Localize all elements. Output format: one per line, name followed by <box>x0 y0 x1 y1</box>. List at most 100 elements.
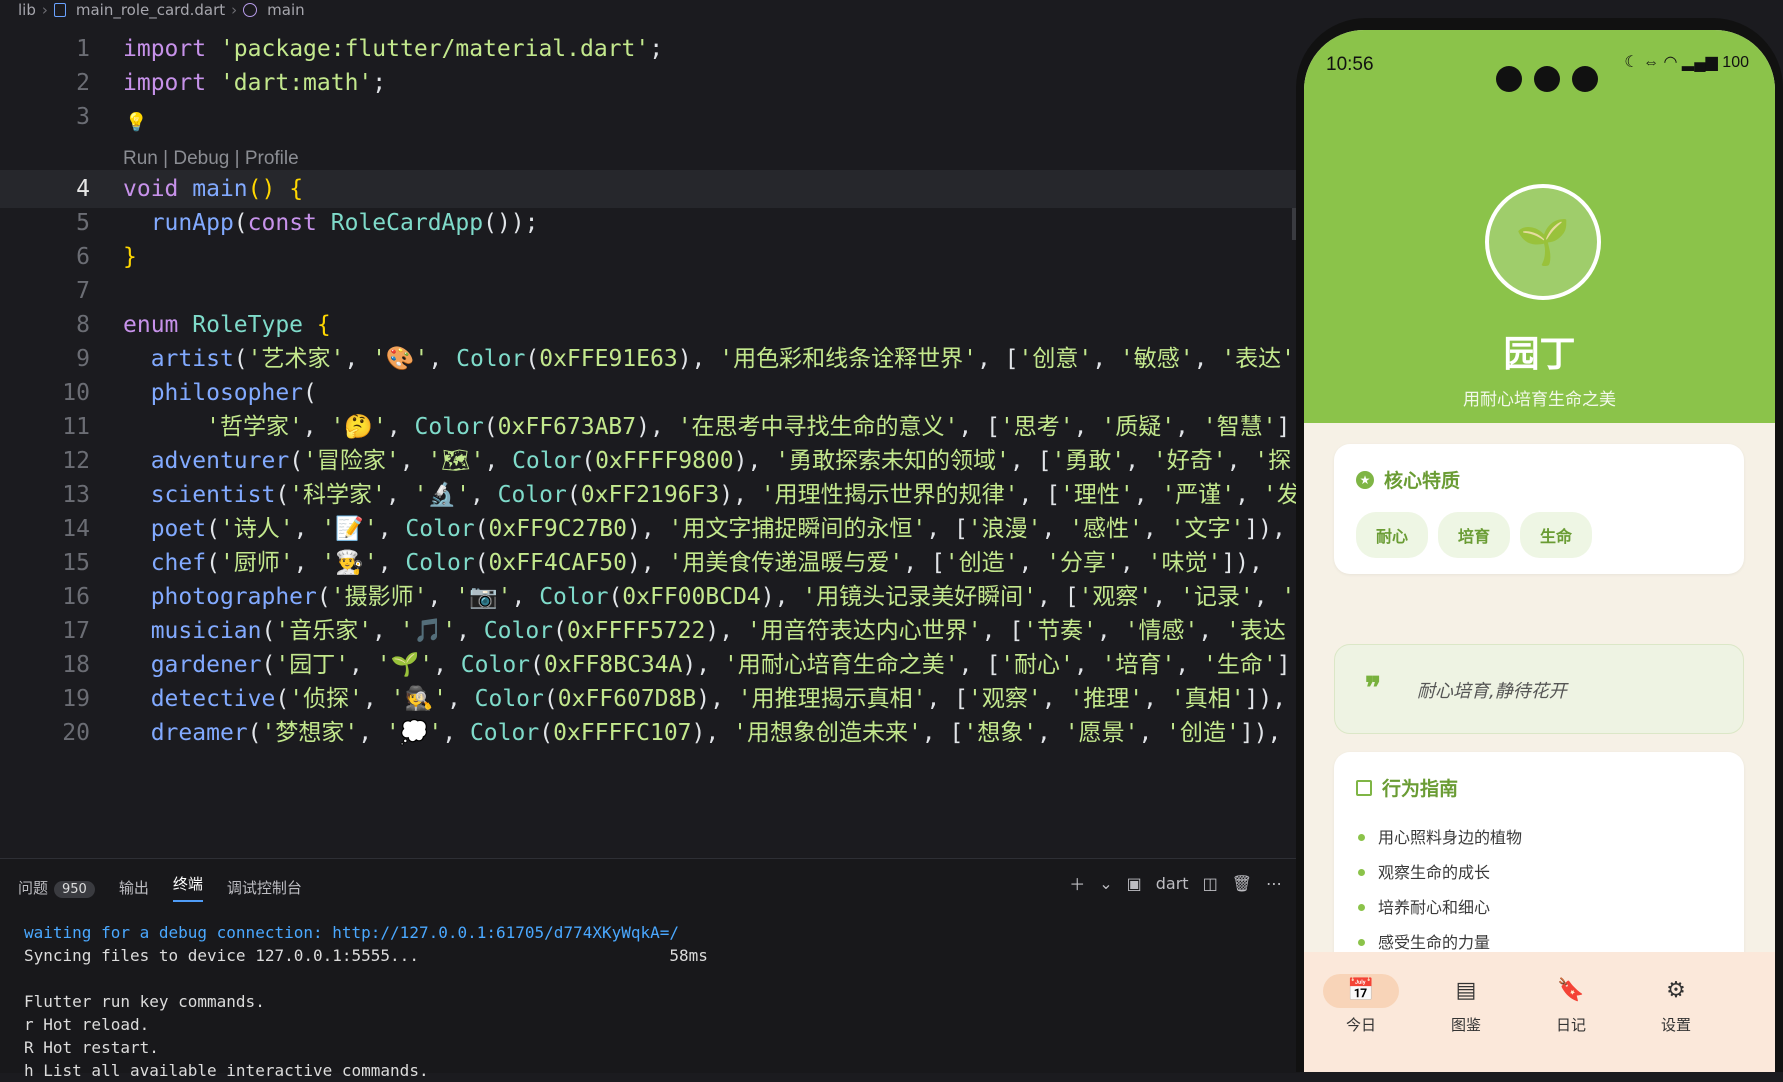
nav-label: 图鉴 <box>1450 1016 1481 1034</box>
chevron-down-icon[interactable]: ⌄ <box>1099 874 1112 893</box>
phone-screen: 10:56 ☾ ⇔ ◠ ▂▄▆ 100 🌱 园丁 用耐心培育生命之美 ★ 核心特… <box>1304 30 1775 1072</box>
code-editor[interactable]: 💡 Run | Debug | Profile 1 import 'package… <box>0 20 1300 858</box>
role-description: 用耐心培育生命之美 <box>1463 390 1616 410</box>
code-line[interactable]: 10 philosopher( <box>0 374 1300 412</box>
line-code: poet('诗人', '📝', Color(0xFF9C27B0), '用文字捕… <box>150 516 1286 542</box>
line-number: 14 <box>62 516 90 542</box>
terminal-icon: ▣ <box>1126 873 1142 893</box>
nav-label: 设置 <box>1660 1016 1691 1034</box>
code-line[interactable]: 15 chef('厨师', '👨‍🍳', Color(0xFF4CAF50), … <box>0 544 1300 582</box>
code-line[interactable]: 19 detective('侦探', '🕵', Color(0xFF607D8B… <box>0 680 1300 718</box>
nav-label: 日记 <box>1555 1016 1586 1034</box>
nav-item-图鉴[interactable]: ▤ 图鉴 <box>1421 974 1511 1035</box>
quote-icon: ❞ <box>1365 672 1382 705</box>
guide-item: 观察生命的成长 <box>1356 855 1522 890</box>
code-line[interactable]: 1 import 'package:flutter/material.dart'; <box>0 30 1300 68</box>
line-number: 20 <box>62 720 90 746</box>
line-code: gardener('园丁', '🌱', Color(0xFF8BC34A), '… <box>150 652 1291 678</box>
add-terminal-icon[interactable]: ＋ <box>1069 871 1085 895</box>
battery-icon: 100 <box>1722 54 1749 71</box>
panel-tab[interactable]: 问题 950 <box>18 877 95 898</box>
line-number: 10 <box>62 380 90 406</box>
quote-card: ❞ 耐心培育,静待花开 <box>1334 644 1744 734</box>
breadcrumb-file[interactable]: main_role_card.dart <box>76 1 225 19</box>
guide-item: 用心照料身边的植物 <box>1356 820 1522 855</box>
line-number: 16 <box>62 584 90 610</box>
line-number: 3 <box>76 104 90 130</box>
terminal-line: h List all available interactive command… <box>24 1061 429 1080</box>
star-icon: ★ <box>1356 470 1374 489</box>
code-line[interactable]: 4 void main() { <box>0 170 1300 208</box>
trait-chip: 生命 <box>1520 512 1593 558</box>
line-code: photographer('摄影师', '📷', Color(0xFF00BCD… <box>150 584 1296 610</box>
line-code: artist('艺术家', '🎨', Color(0xFFE91E63), '用… <box>150 346 1296 372</box>
code-line[interactable]: 18 gardener('园丁', '🌱', Color(0xFF8BC34A)… <box>0 646 1300 684</box>
code-line[interactable]: 7 <box>0 272 1300 310</box>
line-number: 12 <box>62 448 90 474</box>
code-line[interactable]: 2 import 'dart:math'; <box>0 64 1300 102</box>
nav-item-日记[interactable]: 🔖 日记 <box>1526 974 1616 1035</box>
nav-item-今日[interactable]: 📅 今日 <box>1316 974 1406 1035</box>
guide-item: 培养耐心和细心 <box>1356 890 1522 925</box>
line-number: 4 <box>76 176 90 202</box>
nav-label: 今日 <box>1345 1016 1376 1034</box>
trash-icon[interactable]: 🗑 <box>1232 874 1252 893</box>
guide-title-label: 行为指南 <box>1382 778 1459 800</box>
status-time: 10:56 <box>1326 54 1374 75</box>
traits-title: ★ 核心特质 <box>1356 466 1460 493</box>
line-code: adventurer('冒险家', '🗺', Color(0xFFFF9800)… <box>150 448 1292 474</box>
status-icons: ☾ ⇔ ◠ ▂▄▆ 100 <box>1624 54 1749 71</box>
breadcrumb-separator: › <box>41 1 48 19</box>
panel-tab[interactable]: 终端 <box>172 873 203 902</box>
code-line[interactable]: 6} <box>0 238 1300 276</box>
shell-name[interactable]: dart <box>1156 874 1189 893</box>
line-code: enum RoleType { <box>123 312 331 338</box>
list-icon <box>1356 779 1372 796</box>
role-avatar: 🌱 <box>1485 184 1601 300</box>
breadcrumb: lib › main_role_card.dart › main <box>0 0 1420 20</box>
trait-chip: 培育 <box>1438 512 1511 558</box>
panel-tab[interactable]: 调试控制台 <box>227 877 302 898</box>
codelens-hint[interactable]: Run | Debug | Profile <box>123 148 299 170</box>
line-code: void main() { <box>123 176 304 202</box>
line-code: detective('侦探', '🕵', Color(0xFF607D8B), … <box>150 686 1287 712</box>
gear-icon: ⚙ <box>1666 978 1686 1003</box>
status-bar: 10:56 ☾ ⇔ ◠ ▂▄▆ 100 <box>1326 50 1753 92</box>
code-line[interactable]: 20 dreamer('梦想家', '💭', Color(0xFFFFC107)… <box>0 714 1300 752</box>
code-line[interactable]: 9 artist('艺术家', '🎨', Color(0xFFE91E63), … <box>0 340 1300 378</box>
code-line[interactable]: 14 poet('诗人', '📝', Color(0xFF9C27B0), '用… <box>0 510 1300 548</box>
nav-item-设置[interactable]: ⚙ 设置 <box>1631 974 1721 1035</box>
code-line[interactable]: 8 enum RoleType { <box>0 306 1300 344</box>
quote-text: 耐心培育,静待花开 <box>1417 681 1567 702</box>
terminal-line: r Hot reload. <box>24 1015 150 1034</box>
bottom-navigation: 📅 今日 ▤ 图鉴 🔖 日记 ⚙ 设置 <box>1304 952 1775 1072</box>
split-icon[interactable]: ◫ <box>1203 874 1218 893</box>
line-number: 9 <box>76 346 90 372</box>
traits-card: ★ 核心特质 耐心 培育 生命 <box>1334 444 1744 574</box>
code-line[interactable]: 3 <box>0 98 1300 136</box>
line-code: runApp(const RoleCardApp()); <box>150 210 539 236</box>
line-number: 8 <box>76 312 90 338</box>
line-code: dreamer('梦想家', '💭', Color(0xFFFFC107), '… <box>150 720 1282 746</box>
panel-tab[interactable]: 输出 <box>119 877 149 898</box>
code-line[interactable]: 16 photographer('摄影师', '📷', Color(0xFF00… <box>0 578 1300 616</box>
more-icon[interactable]: ⋯ <box>1266 874 1282 893</box>
line-number: 11 <box>62 414 90 440</box>
role-header: 10:56 ☾ ⇔ ◠ ▂▄▆ 100 🌱 园丁 用耐心培育生命之美 <box>1304 30 1775 423</box>
camera-cutout <box>1496 66 1598 92</box>
code-line[interactable]: 13 scientist('科学家', '🔬', Color(0xFF2196F… <box>0 476 1300 514</box>
line-number: 5 <box>76 210 90 236</box>
terminal-output[interactable]: waiting for a debug connection: http://1… <box>24 921 708 1082</box>
code-line[interactable]: 17 musician('音乐家', '🎵', Color(0xFFFF5722… <box>0 612 1300 650</box>
line-number: 15 <box>62 550 90 576</box>
terminal-line: Syncing files to device 127.0.0.1:5555..… <box>24 946 708 965</box>
code-line[interactable]: 5 runApp(const RoleCardApp()); <box>0 204 1300 242</box>
line-number: 13 <box>62 482 90 508</box>
breadcrumb-symbol[interactable]: main <box>267 1 304 19</box>
dart-file-icon <box>53 3 66 17</box>
code-line[interactable]: 11 '哲学家', '🤔', Color(0xFF673AB7), '在思考中寻… <box>0 408 1300 446</box>
guide-list: 用心照料身边的植物 观察生命的成长 培养耐心和细心 感受生命的力量 <box>1356 820 1522 960</box>
code-line[interactable]: 12 adventurer('冒险家', '🗺', Color(0xFFFF98… <box>0 442 1300 480</box>
breadcrumb-folder[interactable]: lib <box>18 1 36 19</box>
